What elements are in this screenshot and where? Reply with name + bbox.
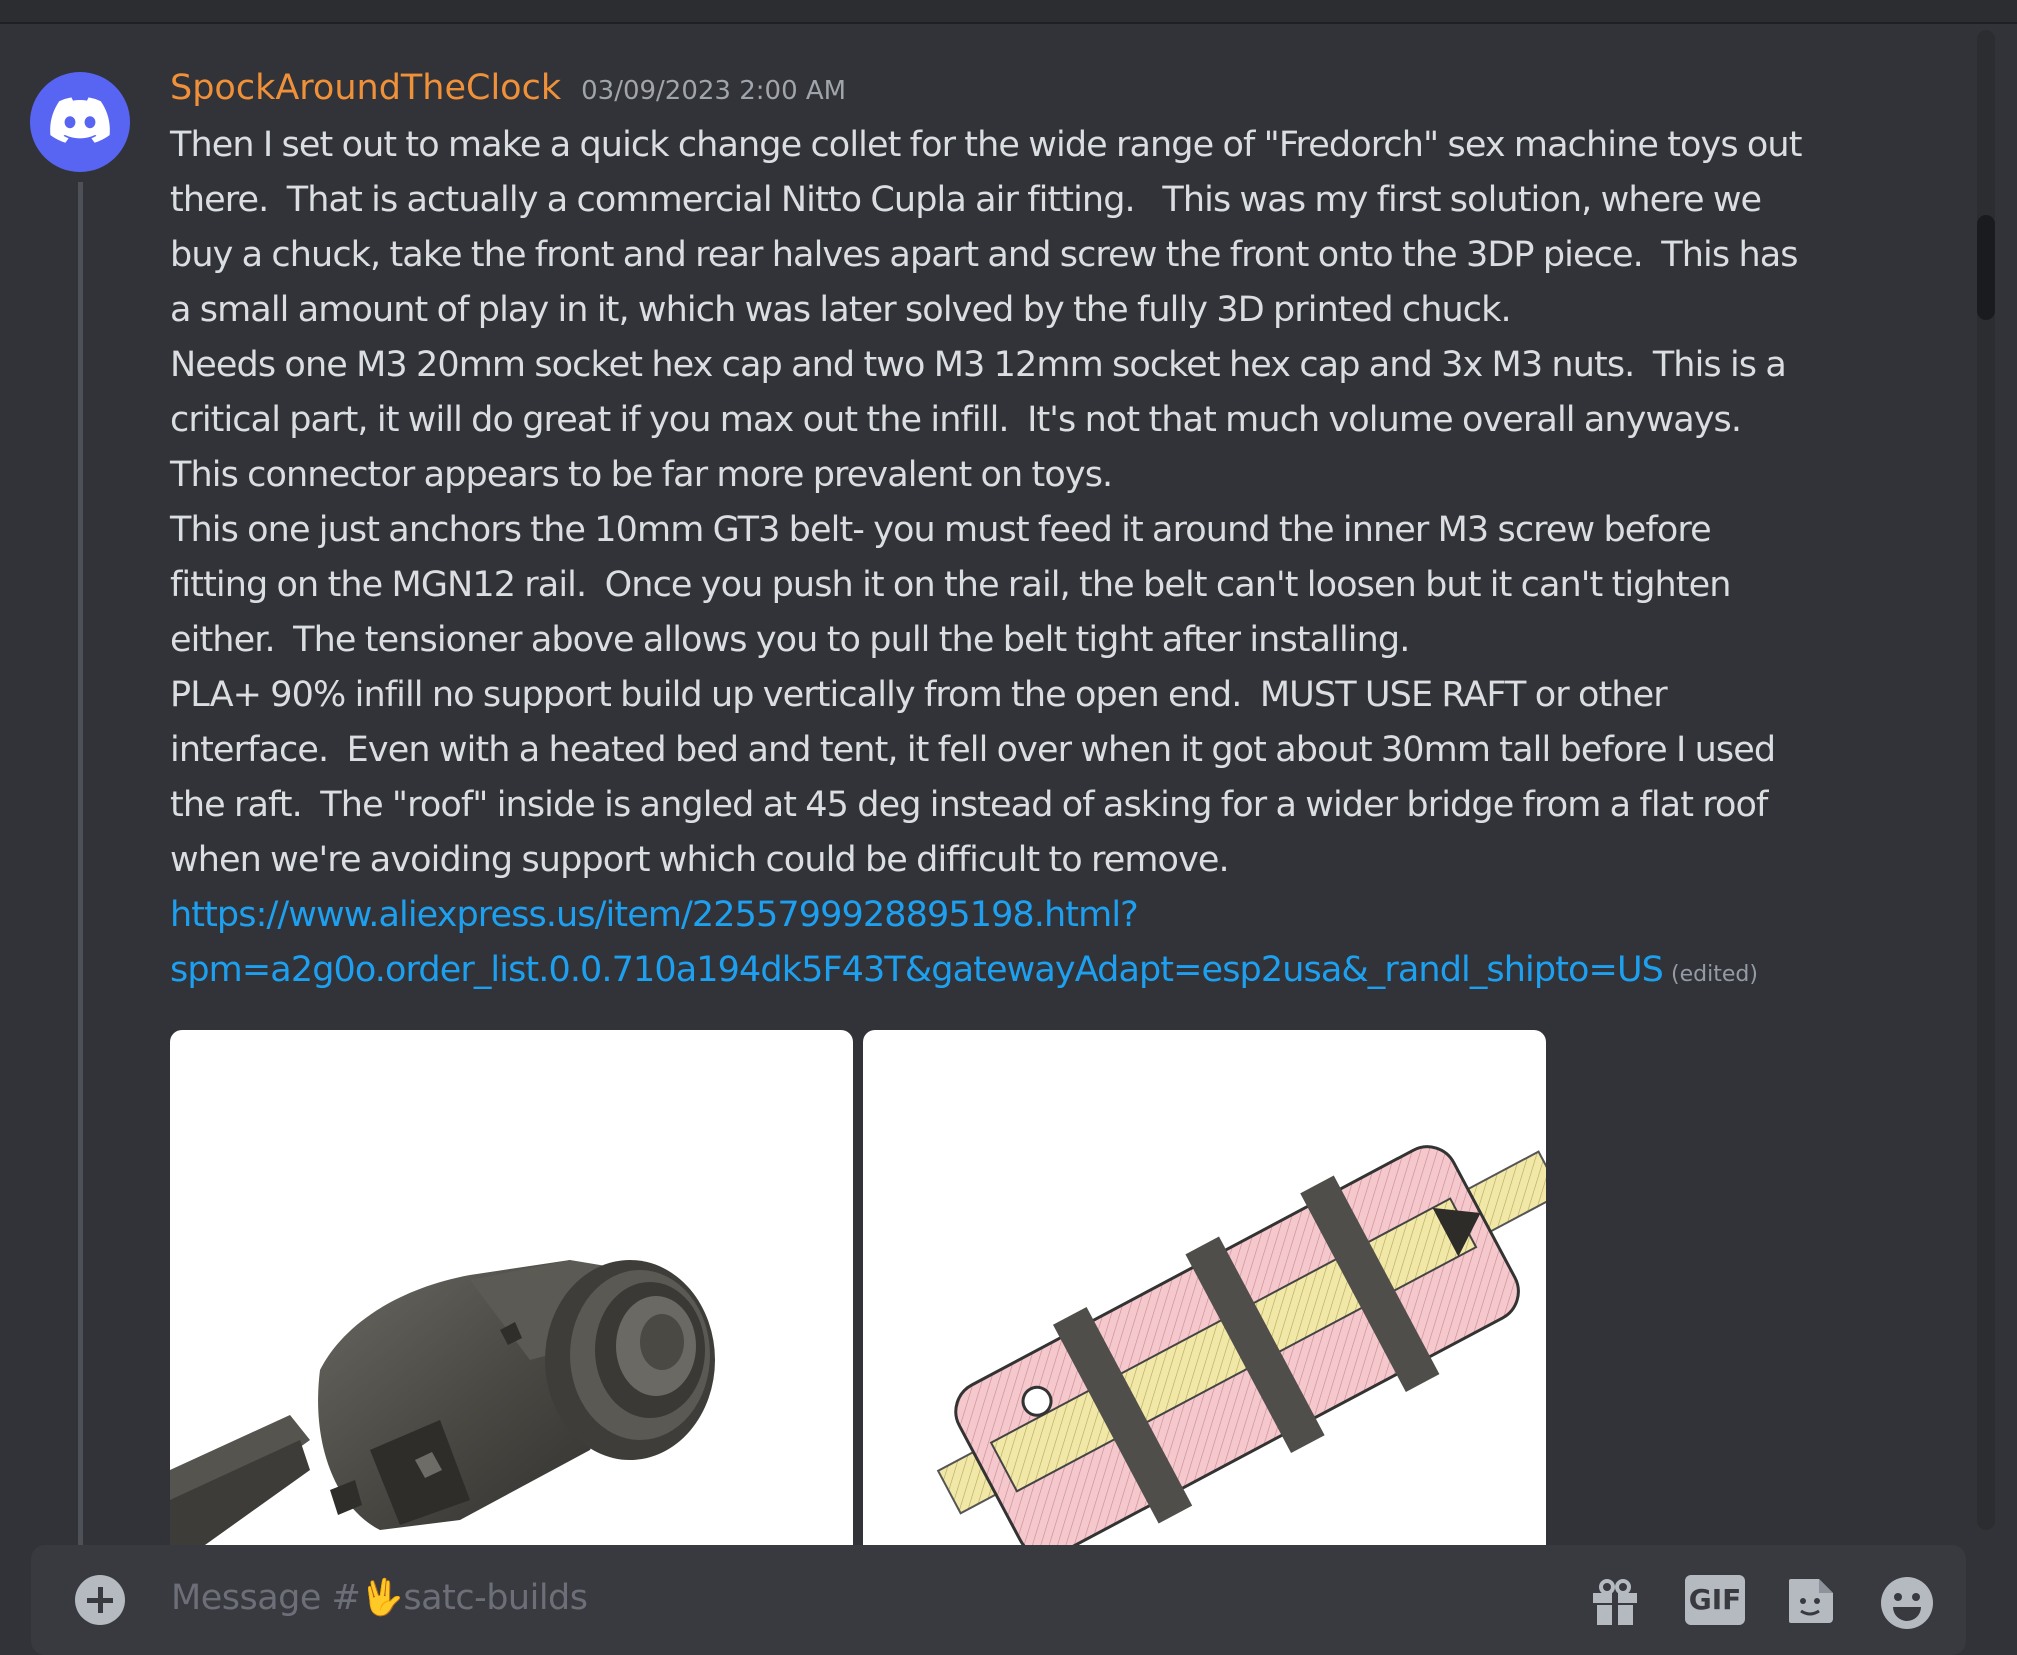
message-link[interactable]: https://www.aliexpress.us/item/225579992… <box>170 888 1870 943</box>
message-line: interface. Even with a heated bed and te… <box>170 730 1776 770</box>
scrollbar-thumb[interactable] <box>1977 215 1995 320</box>
message-composer: Message #🖖satc-builds GIF <box>31 1545 1966 1655</box>
message-line: Needs one M3 20mm socket hex cap and two… <box>170 345 1787 385</box>
message-line: This one just anchors the 10mm GT3 belt-… <box>170 510 1712 550</box>
avatar[interactable] <box>30 72 130 172</box>
emoji-icon[interactable] <box>1879 1575 1935 1631</box>
message-input[interactable]: Message #🖖satc-builds <box>171 1577 588 1618</box>
gift-icon[interactable] <box>1589 1575 1641 1627</box>
message-list: SpockAroundTheClock 03/09/2023 2:00 AM T… <box>0 24 1975 1545</box>
top-bar <box>0 0 2017 24</box>
username[interactable]: SpockAroundTheClock <box>170 68 561 108</box>
message-header: SpockAroundTheClock 03/09/2023 2:00 AM <box>170 68 1870 118</box>
timestamp[interactable]: 03/09/2023 2:00 AM <box>581 76 846 106</box>
message-line: This connector appears to be far more pr… <box>170 455 1113 495</box>
render-image <box>170 1260 715 1545</box>
attachment-image-section[interactable] <box>863 1030 1546 1545</box>
plus-circle-icon[interactable] <box>75 1575 125 1625</box>
message-link-continued[interactable]: spm=a2g0o.order_list.0.0.710a194dk5F43T&… <box>170 950 1664 990</box>
edited-label: (edited) <box>1671 962 1758 987</box>
message-line: PLA+ 90% infill no support build up vert… <box>170 675 1668 715</box>
message: SpockAroundTheClock 03/09/2023 2:00 AM T… <box>170 68 1870 1002</box>
message-line: fitting on the MGN12 rail. Once you push… <box>170 565 1731 605</box>
section-view-image <box>936 1145 1546 1545</box>
sticker-icon[interactable] <box>1785 1575 1837 1627</box>
message-line: critical part, it will do great if you m… <box>170 400 1742 440</box>
thread-line <box>78 182 83 1545</box>
message-line: buy a chuck, take the front and rear hal… <box>170 235 1799 275</box>
message-line: Then I set out to make a quick change co… <box>170 125 1802 165</box>
message-content: Then I set out to make a quick change co… <box>170 118 1870 1002</box>
gif-icon[interactable]: GIF <box>1685 1575 1745 1625</box>
discord-logo-icon <box>50 97 110 143</box>
message-line: a small amount of play in it, which was … <box>170 290 1512 330</box>
message-line: when we're avoiding support which could … <box>170 840 1230 880</box>
message-line: there. That is actually a commercial Nit… <box>170 180 1762 220</box>
attachment-image-render[interactable] <box>170 1030 853 1545</box>
message-line: the raft. The "roof" inside is angled at… <box>170 785 1768 825</box>
message-line: either. The tensioner above allows you t… <box>170 620 1410 660</box>
